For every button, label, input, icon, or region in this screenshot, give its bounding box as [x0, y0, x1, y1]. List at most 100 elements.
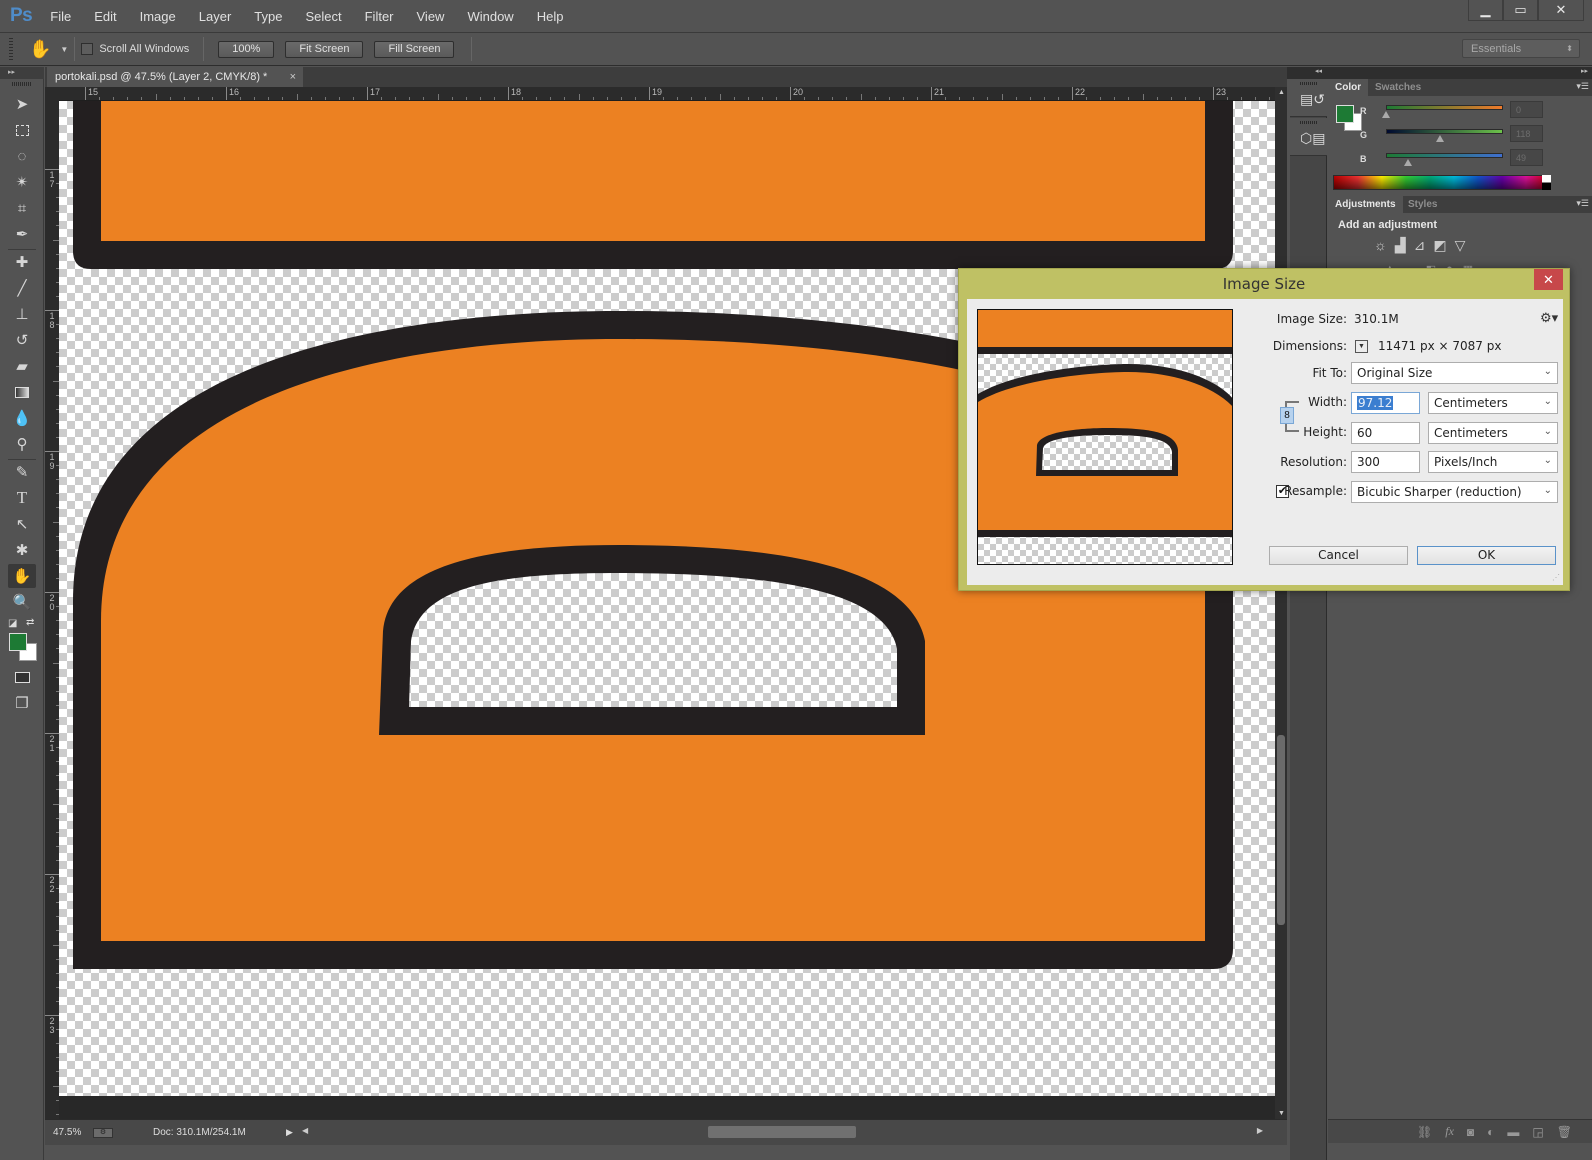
- status-menu-arrow[interactable]: ▶: [286, 1127, 293, 1138]
- red-track[interactable]: [1386, 105, 1503, 110]
- eraser-tool-icon[interactable]: ▰: [8, 354, 36, 378]
- blue-track[interactable]: [1386, 153, 1503, 158]
- tab-adjustments[interactable]: Adjustments: [1328, 196, 1403, 213]
- ruler-origin[interactable]: [45, 87, 59, 101]
- screen-mode-icon[interactable]: ❐: [8, 691, 36, 715]
- menu-filter[interactable]: Filter: [365, 9, 394, 24]
- height-input[interactable]: 60: [1351, 422, 1420, 444]
- color-panel-foreground[interactable]: [1336, 105, 1354, 123]
- dodge-tool-icon[interactable]: ⚲: [8, 432, 36, 456]
- eyedropper-tool-icon[interactable]: ✒: [8, 222, 36, 246]
- quick-mask-icon[interactable]: [8, 665, 36, 689]
- green-value[interactable]: 118: [1510, 125, 1543, 142]
- fit-to-select[interactable]: Original Size ⌄: [1351, 362, 1558, 384]
- foreground-color-swatch[interactable]: [9, 633, 27, 651]
- gear-icon[interactable]: ⚙▾: [1540, 310, 1558, 326]
- minimize-button[interactable]: ▁: [1468, 0, 1503, 21]
- healing-brush-tool-icon[interactable]: ✚: [8, 250, 36, 274]
- panel-menu-icon[interactable]: ▾☰: [1576, 198, 1589, 209]
- clone-stamp-tool-icon[interactable]: ⊥: [8, 302, 36, 326]
- maximize-button[interactable]: ▭: [1503, 0, 1538, 21]
- history-panel-button[interactable]: ▤↺: [1290, 79, 1327, 117]
- fit-screen-button[interactable]: Fit Screen: [285, 40, 364, 58]
- magic-wand-tool-icon[interactable]: ✴: [8, 170, 36, 194]
- document-tab[interactable]: portokali.psd @ 47.5% (Layer 2, CMYK/8) …: [47, 67, 303, 87]
- new-adjustment-layer-icon[interactable]: ◐: [1487, 1125, 1494, 1139]
- expand-toolbar-button[interactable]: ▸▸: [0, 67, 44, 79]
- new-layer-icon[interactable]: ◲: [1532, 1125, 1543, 1139]
- close-window-button[interactable]: ✕: [1538, 0, 1584, 21]
- scroll-right-arrow[interactable]: ▶: [1257, 1126, 1263, 1135]
- menu-window[interactable]: Window: [467, 9, 513, 24]
- blur-tool-icon[interactable]: 💧: [8, 406, 36, 430]
- hand-tool-icon[interactable]: ✋: [8, 564, 36, 588]
- menu-edit[interactable]: Edit: [94, 9, 116, 24]
- levels-icon[interactable]: ▟: [1395, 237, 1406, 254]
- menu-type[interactable]: Type: [254, 9, 282, 24]
- expand-dock-icon[interactable]: ▸▸: [1581, 67, 1588, 75]
- gradient-map-icon[interactable]: ▽: [1455, 237, 1466, 254]
- red-value[interactable]: 0: [1510, 101, 1543, 118]
- red-slider-thumb[interactable]: [1382, 111, 1390, 118]
- horizontal-scroll-thumb[interactable]: [708, 1126, 856, 1138]
- green-track[interactable]: [1386, 129, 1503, 134]
- swap-colors-icon[interactable]: ⇄: [26, 617, 34, 628]
- custom-shape-tool-icon[interactable]: ✱: [8, 538, 36, 562]
- tab-styles[interactable]: Styles: [1401, 196, 1444, 213]
- black-white-swatch[interactable]: [1542, 175, 1551, 190]
- scroll-left-arrow[interactable]: ◀: [302, 1126, 308, 1135]
- fill-screen-button[interactable]: Fill Screen: [374, 40, 455, 58]
- brush-tool-icon[interactable]: ╱: [8, 276, 36, 300]
- scroll-down-arrow[interactable]: ▼: [1278, 1110, 1285, 1117]
- panel-menu-icon[interactable]: ▾☰: [1576, 81, 1589, 92]
- dimensions-dropdown-icon[interactable]: ▼: [1355, 340, 1368, 353]
- scroll-up-arrow[interactable]: ▲: [1278, 89, 1285, 96]
- menu-layer[interactable]: Layer: [199, 9, 232, 24]
- vertical-scroll-thumb[interactable]: [1277, 735, 1285, 925]
- type-tool-icon[interactable]: T: [8, 486, 36, 510]
- image-preview[interactable]: [977, 309, 1233, 565]
- resolution-input[interactable]: 300: [1351, 451, 1420, 473]
- exposure-icon[interactable]: ◩: [1433, 237, 1446, 254]
- constrain-proportions-link-icon[interactable]: 8: [1280, 407, 1294, 424]
- menu-select[interactable]: Select: [305, 9, 341, 24]
- close-document-icon[interactable]: ×: [290, 71, 296, 83]
- add-mask-icon[interactable]: ◙: [1467, 1125, 1474, 1139]
- resample-method-select[interactable]: Bicubic Sharper (reduction) ⌄: [1351, 481, 1558, 503]
- collapse-dock-icon[interactable]: ◂◂: [1315, 67, 1322, 75]
- resize-grip-icon[interactable]: ⋰: [1552, 573, 1560, 582]
- marquee-tool-icon[interactable]: [8, 118, 36, 142]
- toolbar-grip[interactable]: [12, 82, 32, 86]
- tool-preset-dropdown[interactable]: ▼: [60, 45, 68, 54]
- width-input[interactable]: 97.12: [1351, 392, 1420, 414]
- blue-slider-thumb[interactable]: [1404, 159, 1413, 166]
- zoom-level[interactable]: 47.5%: [53, 1127, 93, 1138]
- canvas[interactable]: [59, 101, 1275, 1119]
- zoom-tool-icon[interactable]: 🔍: [8, 590, 36, 614]
- blue-value[interactable]: 49: [1510, 149, 1543, 166]
- gradient-tool-icon[interactable]: [8, 380, 36, 404]
- resolution-unit-select[interactable]: Pixels/Inch ⌄: [1428, 451, 1558, 473]
- tab-color[interactable]: Color: [1328, 79, 1369, 96]
- cancel-button[interactable]: Cancel: [1269, 546, 1408, 565]
- scroll-all-windows-checkbox[interactable]: [81, 43, 94, 55]
- history-brush-tool-icon[interactable]: ↺: [8, 328, 36, 352]
- curves-icon[interactable]: ⊿: [1414, 237, 1426, 254]
- zoom-100-button[interactable]: 100%: [218, 40, 275, 58]
- crop-tool-icon[interactable]: ⌗: [8, 196, 36, 220]
- color-spectrum-bar[interactable]: [1333, 175, 1551, 190]
- ok-button[interactable]: OK: [1417, 546, 1556, 565]
- horizontal-scrollbar[interactable]: ◀ ▶: [298, 1123, 1263, 1141]
- default-colors-icon[interactable]: ◪: [8, 618, 17, 629]
- green-slider-thumb[interactable]: [1436, 135, 1445, 142]
- new-group-icon[interactable]: ▬: [1507, 1125, 1519, 1139]
- menu-image[interactable]: Image: [140, 9, 176, 24]
- menu-help[interactable]: Help: [537, 9, 564, 24]
- pen-tool-icon[interactable]: ✎: [8, 460, 36, 484]
- move-tool-icon[interactable]: ➤: [8, 92, 36, 116]
- link-layers-icon[interactable]: ⛓: [1417, 1125, 1432, 1139]
- menu-file[interactable]: File: [50, 9, 71, 24]
- dialog-close-button[interactable]: ✕: [1534, 269, 1563, 290]
- path-selection-tool-icon[interactable]: ↖: [8, 512, 36, 536]
- menu-view[interactable]: View: [417, 9, 445, 24]
